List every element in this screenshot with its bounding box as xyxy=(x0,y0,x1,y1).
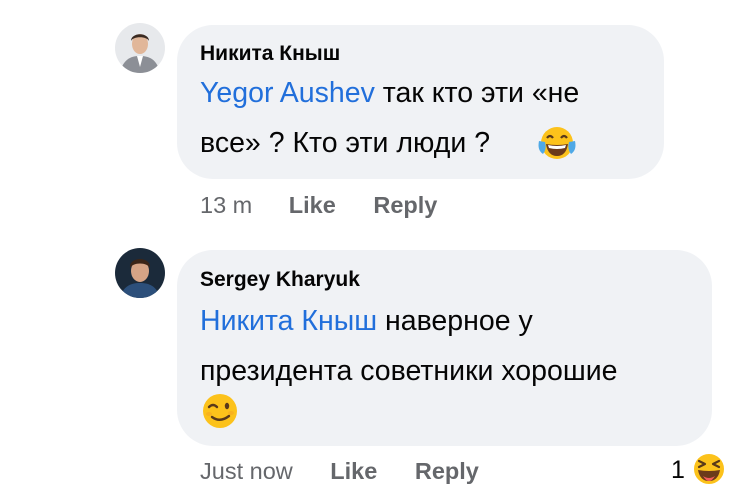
comment-text-line2: президента советники хорошие xyxy=(200,355,618,387)
comment-author[interactable]: Никита Кныш xyxy=(200,42,340,66)
reply-button[interactable]: Reply xyxy=(415,458,479,484)
avatar[interactable] xyxy=(115,248,165,298)
comment-author[interactable]: Sergey Kharyuk xyxy=(200,268,360,292)
comment-text: Никита Кныш наверное у президента советн… xyxy=(200,296,618,396)
comment-timestamp[interactable]: Just now xyxy=(200,458,293,484)
like-button[interactable]: Like xyxy=(289,192,336,218)
reply-button[interactable]: Reply xyxy=(373,192,437,218)
comment-actions: Just now Like Reply xyxy=(200,458,479,485)
like-button[interactable]: Like xyxy=(330,458,377,484)
tears-of-joy-emoji xyxy=(537,125,577,161)
comment-text: Yegor Aushev так кто эти «не все» ? Кто … xyxy=(200,68,579,168)
comment-timestamp[interactable]: 13 m xyxy=(200,192,252,218)
comment-text-line2: все» ? Кто эти люди ? xyxy=(200,127,491,159)
comment-text-line1: наверное у xyxy=(377,305,533,337)
reaction-count: 1 xyxy=(671,456,685,484)
mention-link[interactable]: Yegor Aushev xyxy=(200,77,375,109)
avatar[interactable] xyxy=(115,23,165,73)
mention-link[interactable]: Никита Кныш xyxy=(200,305,377,337)
winking-face-emoji xyxy=(200,392,240,430)
laughing-reaction-icon xyxy=(690,450,728,488)
comment-text-line1: так кто эти «не xyxy=(374,77,580,109)
comment-actions: 13 m Like Reply xyxy=(200,192,437,219)
